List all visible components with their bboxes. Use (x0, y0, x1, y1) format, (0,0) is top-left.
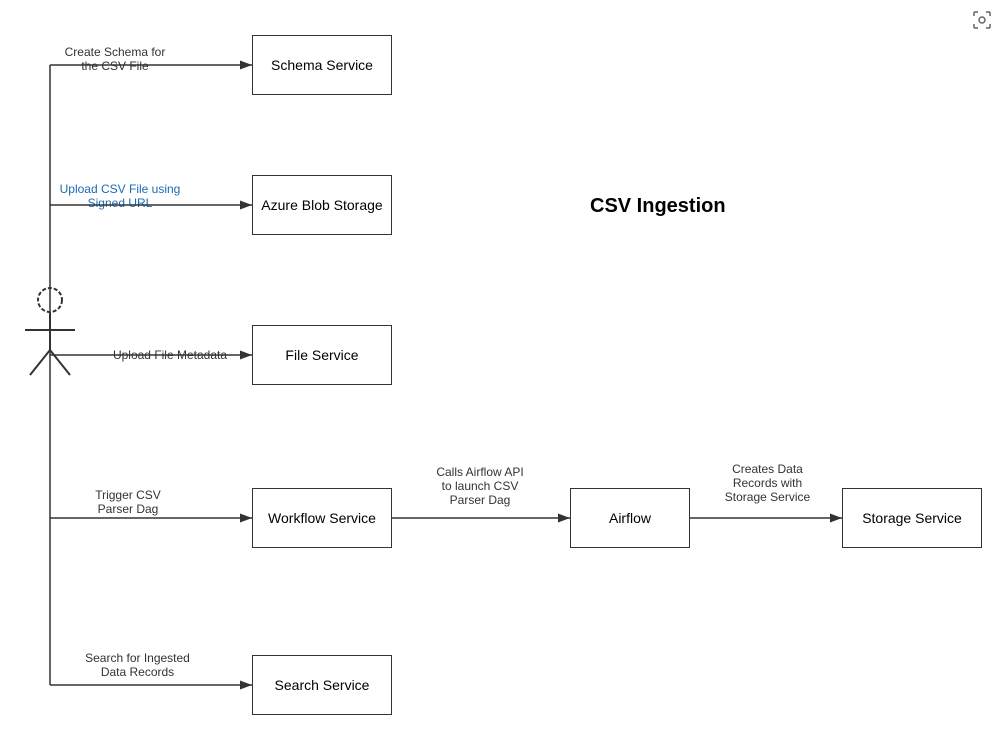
upload-metadata-label: Upload File Metadata (100, 348, 240, 362)
search-service-box: Search Service (252, 655, 392, 715)
corner-icon (970, 8, 994, 32)
diagram-container: CSV Ingestion Schema Service Azure Blob … (0, 0, 1002, 734)
schema-service-box: Schema Service (252, 35, 392, 95)
airflow-box: Airflow (570, 488, 690, 548)
calls-airflow-label: Calls Airflow APIto launch CSVParser Dag (405, 465, 555, 507)
workflow-service-box: Workflow Service (252, 488, 392, 548)
file-service-box: File Service (252, 325, 392, 385)
diagram-title: CSV Ingestion (590, 195, 726, 218)
trigger-csv-label: Trigger CSVParser Dag (68, 488, 188, 516)
creates-data-label: Creates DataRecords withStorage Service (700, 462, 835, 504)
azure-blob-storage-box: Azure Blob Storage (252, 175, 392, 235)
search-ingested-label: Search for IngestedData Records (60, 651, 215, 679)
create-schema-label: Create Schema forthe CSV File (50, 45, 180, 73)
arrows-svg (0, 0, 1002, 734)
stick-figure (15, 285, 85, 385)
upload-csv-label: Upload CSV File usingSigned URL (50, 182, 190, 210)
storage-service-box: Storage Service (842, 488, 982, 548)
